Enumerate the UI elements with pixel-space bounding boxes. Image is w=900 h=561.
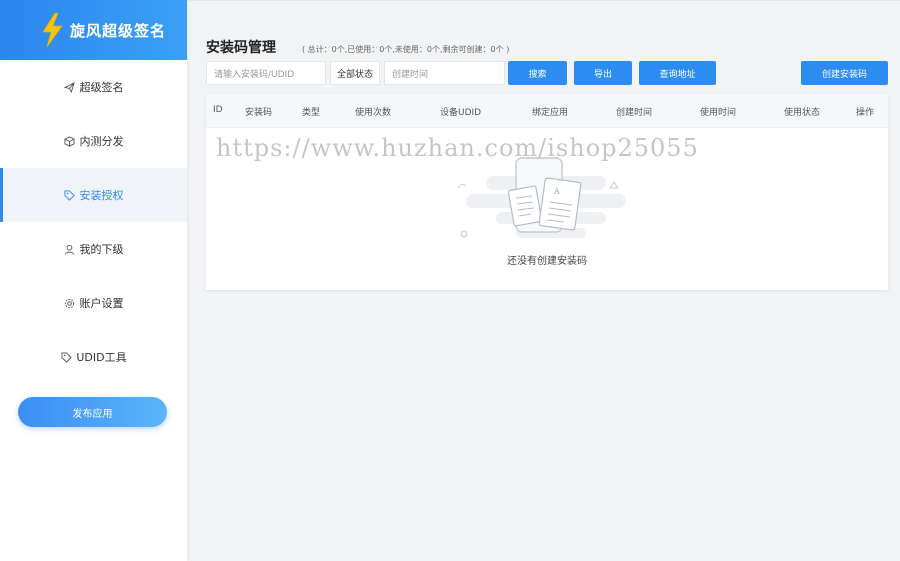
column-header[interactable]: 设备UDID (440, 105, 481, 118)
tag-icon (64, 189, 76, 201)
empty-state-illustration: A (457, 157, 626, 238)
send-icon (64, 81, 76, 93)
sidebar-item-udid-tool[interactable]: UDID工具 (0, 330, 187, 384)
page-header: 安装码管理 ( 总计：0个,已使用：0个,未使用：0个,剩余可创建：0个 ) (206, 37, 509, 57)
column-header[interactable]: ID (213, 105, 223, 115)
table-header: ID 安装码 类型 使用次数 设备UDID 绑定应用 创建时间 使用时间 使用状… (206, 94, 888, 128)
column-header[interactable]: 使用次数 (355, 105, 391, 118)
install-code-table: ID 安装码 类型 使用次数 设备UDID 绑定应用 创建时间 使用时间 使用状… (206, 94, 888, 290)
page-title: 安装码管理 (206, 40, 276, 56)
sidebar-item-subordinates[interactable]: 我的下级 (0, 222, 187, 276)
query-address-button[interactable]: 查询地址 (639, 61, 716, 85)
sidebar-item-label: 账户设置 (79, 297, 124, 310)
search-button[interactable]: 搜索 (508, 61, 567, 85)
gear-icon (64, 297, 76, 309)
sidebar-item-label: 安装授权 (79, 189, 124, 202)
lightning-icon (42, 13, 63, 47)
sidebar-item-label: 内测分发 (79, 135, 124, 148)
publish-app-button[interactable]: 发布应用 (18, 397, 167, 427)
column-header[interactable]: 使用时间 (700, 105, 736, 118)
date-input[interactable]: 创建时间 (384, 61, 505, 85)
cube-icon (64, 135, 76, 147)
sidebar-item-super-sign[interactable]: 超级签名 (0, 60, 187, 114)
create-install-code-button[interactable]: 创建安装码 (801, 61, 888, 85)
main-content: 安装码管理 ( 总计：0个,已使用：0个,未使用：0个,剩余可创建：0个 ) 请… (187, 0, 900, 561)
column-header[interactable]: 安装码 (245, 105, 272, 118)
column-header[interactable]: 操作 (856, 105, 874, 118)
sidebar-item-account-settings[interactable]: 账户设置 (0, 276, 187, 330)
user-icon (64, 243, 76, 255)
export-button[interactable]: 导出 (574, 61, 632, 85)
column-header[interactable]: 创建时间 (616, 105, 652, 118)
empty-state-text: 还没有创建安装码 (507, 256, 587, 267)
status-select[interactable]: 全部状态 (330, 61, 380, 85)
sidebar-item-label: 我的下级 (79, 243, 124, 256)
sidebar: 旋风超级签名 超级签名 内测分发 安装授权 我的下级 账户设置 UDID工具 发… (0, 0, 187, 561)
sidebar-item-label: UDID工具 (76, 351, 127, 364)
app-name: 旋风超级签名 (70, 21, 167, 40)
search-input[interactable]: 请输入安装码/UDID (206, 61, 326, 85)
stats-summary: ( 总计：0个,已使用：0个,未使用：0个,剩余可创建：0个 ) (302, 45, 510, 54)
svg-text:A: A (553, 187, 560, 196)
watermark: https://www.huzhan.com/ishop25055 (216, 134, 699, 162)
column-header[interactable]: 绑定应用 (532, 105, 568, 118)
column-header[interactable]: 类型 (302, 105, 320, 118)
divider (187, 0, 900, 1)
tag-icon (60, 351, 72, 363)
column-header[interactable]: 使用状态 (784, 105, 820, 118)
sidebar-item-label: 超级签名 (79, 81, 124, 94)
sidebar-item-beta-distribution[interactable]: 内测分发 (0, 114, 187, 168)
app-logo[interactable]: 旋风超级签名 (0, 0, 187, 60)
sidebar-item-install-auth[interactable]: 安装授权 (0, 168, 187, 222)
filter-bar: 请输入安装码/UDID 全部状态 创建时间 搜索 导出 查询地址 创建安装码 (206, 61, 888, 85)
